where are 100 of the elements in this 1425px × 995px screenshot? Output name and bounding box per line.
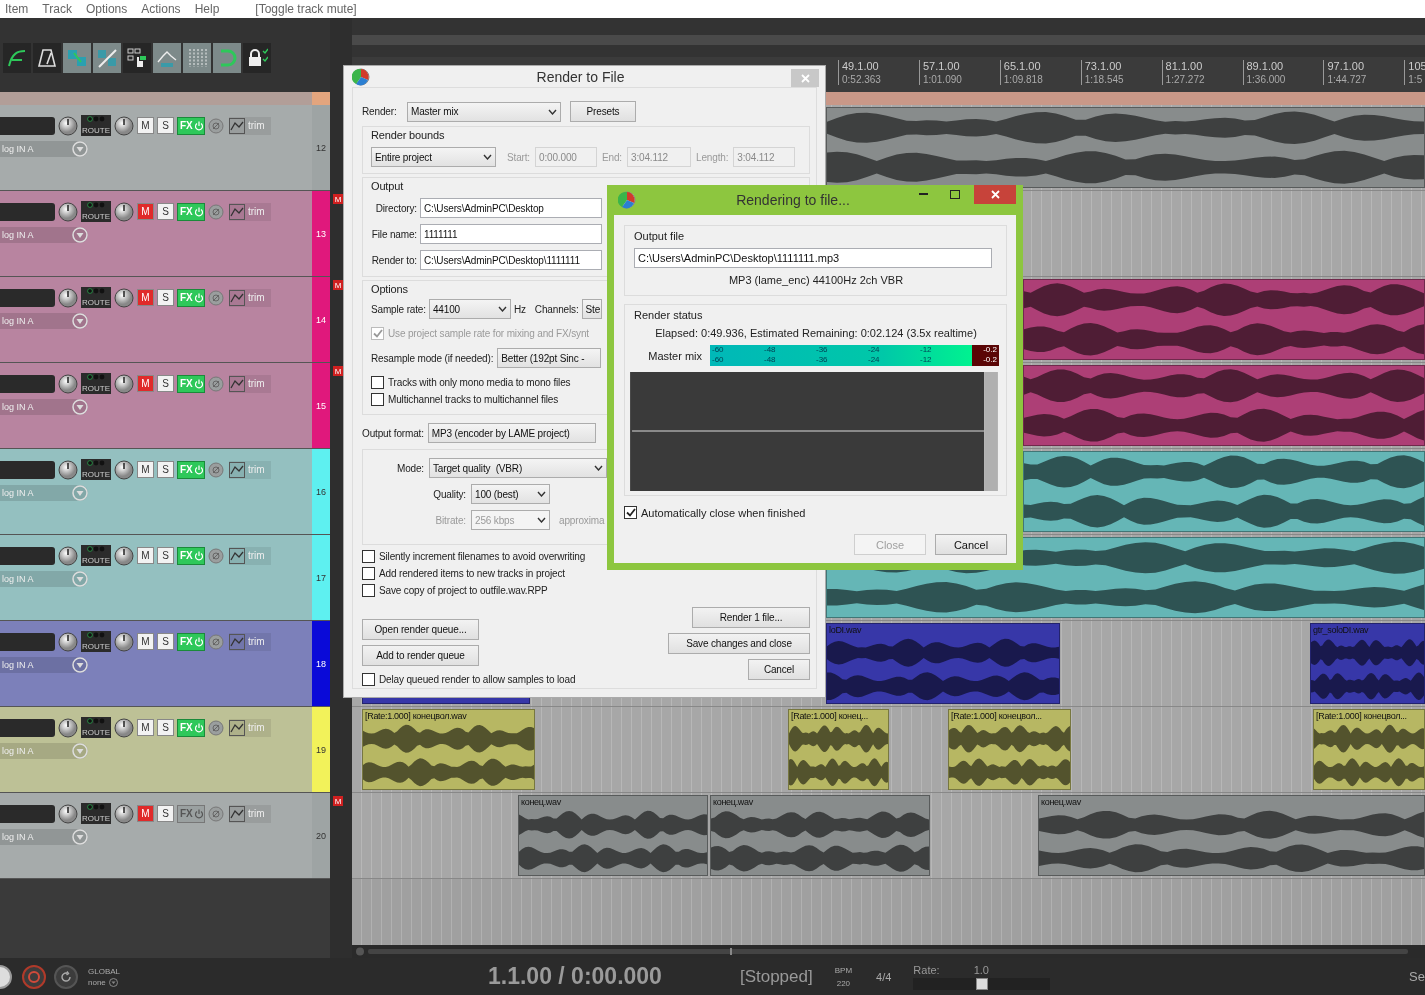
solo-button[interactable]: S: [157, 117, 174, 134]
input-field[interactable]: log IN A: [0, 227, 88, 243]
pan-knob[interactable]: [114, 373, 134, 394]
volume-knob[interactable]: [58, 373, 78, 394]
mute-button[interactable]: M: [137, 633, 154, 650]
text-field[interactable]: C:\Users\AdminPC\Desktop: [420, 198, 602, 218]
close-button[interactable]: [974, 185, 1016, 204]
track-name-field[interactable]: [0, 632, 55, 651]
solo-button[interactable]: S: [157, 289, 174, 306]
route-button[interactable]: ROUTE: [81, 459, 111, 480]
mute-button[interactable]: M: [137, 203, 154, 220]
mute-button[interactable]: M: [137, 719, 154, 736]
scroll-bar[interactable]: [352, 35, 1425, 45]
phase-icon[interactable]: [208, 547, 224, 564]
trim-button[interactable]: trim: [229, 632, 271, 651]
open-queue-button[interactable]: Open render queue...: [362, 619, 479, 640]
phase-icon[interactable]: [208, 719, 224, 736]
input-field[interactable]: log IN A: [0, 313, 88, 329]
pan-knob[interactable]: [114, 115, 134, 136]
pan-knob[interactable]: [114, 631, 134, 652]
solo-button[interactable]: S: [157, 805, 174, 822]
mute-button[interactable]: M: [137, 117, 154, 134]
toolbar-button[interactable]: [243, 43, 271, 73]
mute-button[interactable]: M: [137, 375, 154, 392]
phase-icon[interactable]: [208, 461, 224, 478]
record-button[interactable]: [22, 964, 46, 989]
track-name-field[interactable]: [0, 804, 55, 823]
solo-button[interactable]: S: [157, 633, 174, 650]
mute-button[interactable]: M: [137, 547, 154, 564]
volume-knob[interactable]: [58, 803, 78, 824]
pan-knob[interactable]: [114, 287, 134, 308]
pan-knob[interactable]: [114, 459, 134, 480]
track-name-field[interactable]: [0, 202, 55, 221]
solo-button[interactable]: S: [157, 547, 174, 564]
toolbar-button[interactable]: [123, 43, 151, 73]
route-button[interactable]: ROUTE: [81, 717, 111, 738]
route-button[interactable]: ROUTE: [81, 803, 111, 824]
repeat-button[interactable]: [54, 964, 78, 989]
output-path-field[interactable]: C:\Users\AdminPC\Desktop\1111111.mp3: [634, 248, 992, 268]
pan-knob[interactable]: [114, 201, 134, 222]
dropdown[interactable]: Better (192pt Sinc -: [497, 348, 602, 368]
track-name-field[interactable]: [0, 288, 55, 307]
solo-button[interactable]: S: [157, 719, 174, 736]
rate-slider[interactable]: [913, 977, 1051, 990]
audio-item[interactable]: конец.wav: [518, 795, 708, 876]
route-button[interactable]: ROUTE: [81, 287, 111, 308]
menu-item[interactable]: Actions: [141, 2, 181, 16]
menu-item[interactable]: Help: [194, 2, 220, 16]
audio-item[interactable]: конец.wav: [1038, 795, 1425, 876]
dropdown[interactable]: 44100: [428, 299, 511, 319]
menu-item[interactable]: Track: [42, 2, 72, 16]
solo-button[interactable]: S: [157, 203, 174, 220]
track-name-field[interactable]: [0, 546, 55, 565]
horizontal-scrollbar[interactable]: [352, 945, 1425, 958]
volume-knob[interactable]: [58, 287, 78, 308]
solo-button[interactable]: S: [157, 375, 174, 392]
audio-item[interactable]: [Rate:1.000] конецвол...: [1313, 709, 1425, 790]
presets-button[interactable]: Presets: [570, 101, 636, 122]
volume-knob[interactable]: [58, 459, 78, 480]
menu-item[interactable]: Options: [85, 2, 128, 16]
dialog-button[interactable]: Cancel: [935, 534, 1007, 555]
dropdown[interactable]: 100 (best): [471, 484, 550, 504]
phase-icon[interactable]: [208, 805, 224, 822]
checkbox[interactable]: [362, 550, 375, 563]
dropdown[interactable]: Master mix: [407, 101, 561, 122]
audio-item[interactable]: [Rate:1.000] конецвол.wav: [362, 709, 535, 790]
route-button[interactable]: ROUTE: [81, 115, 111, 136]
track-name-field[interactable]: [0, 116, 55, 135]
input-field[interactable]: log IN A: [0, 399, 88, 415]
audio-item[interactable]: [Rate:1.000] конец...: [788, 709, 889, 790]
audio-item[interactable]: [1023, 451, 1425, 532]
save-close-button[interactable]: Save changes and close: [668, 633, 810, 654]
checkbox[interactable]: [371, 376, 384, 389]
checkbox[interactable]: [362, 673, 375, 686]
volume-knob[interactable]: [58, 115, 78, 136]
track-name-field[interactable]: [0, 718, 55, 737]
audio-item[interactable]: конец.wav: [710, 795, 930, 876]
track-name-field[interactable]: [0, 460, 55, 479]
checkbox[interactable]: [362, 567, 375, 580]
cancel-button[interactable]: Cancel: [748, 659, 810, 680]
dropdown[interactable]: MP3 (encoder by LAME project): [427, 423, 596, 443]
toolbar-button[interactable]: [3, 43, 31, 73]
volume-knob[interactable]: [58, 631, 78, 652]
input-field[interactable]: log IN A: [0, 657, 88, 673]
route-button[interactable]: ROUTE: [81, 631, 111, 652]
toolbar-button[interactable]: [33, 43, 61, 73]
track-name-field[interactable]: [0, 374, 55, 393]
add-queue-button[interactable]: Add to render queue: [362, 645, 479, 666]
checkbox[interactable]: [624, 506, 637, 519]
text-field[interactable]: 1111111: [420, 224, 602, 244]
dropdown[interactable]: Ste: [581, 299, 602, 319]
volume-knob[interactable]: [58, 545, 78, 566]
automation-dropdown[interactable]: none: [88, 977, 148, 987]
audio-item[interactable]: [Rate:1.000] конецвол...: [948, 709, 1071, 790]
pan-knob[interactable]: [114, 717, 134, 738]
volume-knob[interactable]: [58, 717, 78, 738]
mute-button[interactable]: M: [137, 461, 154, 478]
pan-knob[interactable]: [114, 545, 134, 566]
pan-knob[interactable]: [114, 803, 134, 824]
phase-icon[interactable]: [208, 117, 224, 134]
